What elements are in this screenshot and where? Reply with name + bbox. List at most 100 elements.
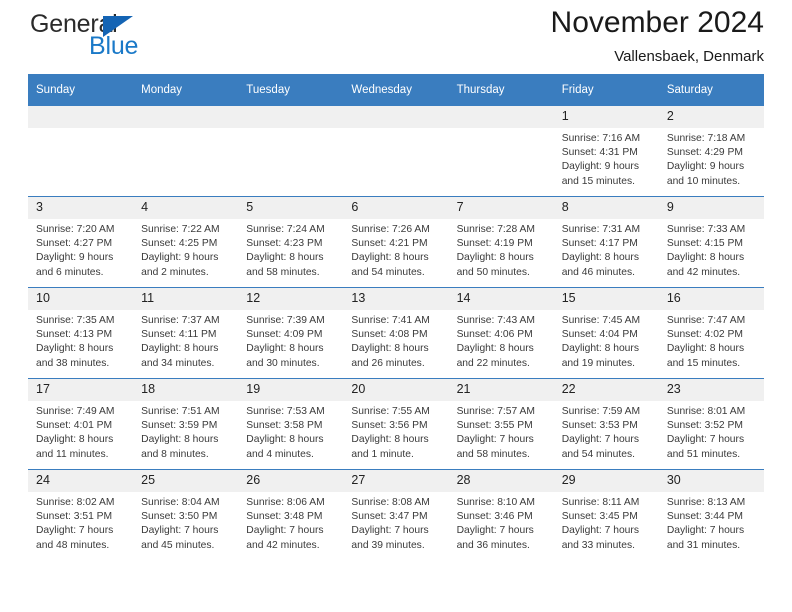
calendar-cell-empty — [28, 106, 134, 197]
calendar-day-cell[interactable]: 11 Sunrise: 7:37 AM Sunset: 4:11 PM Dayligh… — [133, 287, 239, 379]
calendar-day-cell[interactable]: 15 Sunrise: 7:45 AM Sunset: 4:04 PM Dayligh… — [553, 287, 659, 379]
calendar-day-cell[interactable]: 7 Sunrise: 7:28 AM Sunset: 4:19 PM Daylight… — [448, 196, 554, 288]
calendar-day-cell[interactable]: 24 Sunrise: 8:02 AM Sunset: 3:51 PM Dayligh… — [28, 469, 134, 560]
day-details: Sunrise: 7:51 AM Sunset: 3:59 PM Daylight:… — [133, 401, 238, 462]
detail-daylight1: Daylight: 7 hours — [36, 525, 114, 537]
day-details: Sunrise: 7:24 AM Sunset: 4:23 PM Daylight:… — [238, 219, 343, 280]
detail-sunrise: Sunrise: 8:11 AM — [561, 497, 640, 508]
day-details: Sunrise: 7:47 AM Sunset: 4:02 PM Daylight:… — [659, 310, 764, 371]
calendar-day-cell[interactable]: 5 Sunrise: 7:24 AM Sunset: 4:23 PM Daylight… — [238, 196, 344, 288]
detail-daylight2: and 38 minutes. — [36, 357, 110, 369]
day-details: Sunrise: 8:10 AM Sunset: 3:46 PM Daylight:… — [449, 492, 554, 553]
calendar-day-cell[interactable]: 19 Sunrise: 7:53 AM Sunset: 3:58 PM Dayligh… — [238, 378, 344, 470]
calendar-day-cell[interactable]: 18 Sunrise: 7:51 AM Sunset: 3:59 PM Dayligh… — [133, 378, 239, 470]
detail-sunset: Sunset: 4:27 PM — [36, 238, 113, 250]
day-number: 7 — [448, 197, 554, 219]
calendar-day-cell[interactable]: 20 Sunrise: 7:55 AM Sunset: 3:56 PM Dayligh… — [343, 378, 449, 470]
day-details: Sunrise: 7:31 AM Sunset: 4:17 PM Daylight:… — [554, 219, 659, 280]
detail-daylight1: Daylight: 7 hours — [456, 525, 534, 537]
calendar-day-cell[interactable]: 12 Sunrise: 7:39 AM Sunset: 4:09 PM Dayligh… — [238, 287, 344, 379]
detail-daylight1: Daylight: 7 hours — [666, 434, 745, 446]
day-details: Sunrise: 7:43 AM Sunset: 4:06 PM Daylight:… — [449, 310, 554, 371]
detail-sunset: Sunset: 3:51 PM — [36, 511, 113, 523]
day-details: Sunrise: 8:04 AM Sunset: 3:50 PM Daylight:… — [133, 492, 238, 553]
calendar-day-cell[interactable]: 28 Sunrise: 8:10 AM Sunset: 3:46 PM Dayligh… — [448, 469, 554, 560]
detail-daylight1: Daylight: 7 hours — [561, 525, 639, 537]
calendar-day-cell[interactable]: 13 Sunrise: 7:41 AM Sunset: 4:08 PM Dayligh… — [343, 287, 449, 379]
day-number: 3 — [28, 197, 134, 219]
calendar-day-cell[interactable]: 29 Sunrise: 8:11 AM Sunset: 3:45 PM Dayligh… — [553, 469, 659, 560]
detail-daylight2: and 19 minutes. — [561, 357, 635, 369]
detail-daylight2: and 48 minutes. — [36, 539, 110, 551]
day-number: 15 — [553, 288, 659, 310]
detail-sunset: Sunset: 4:06 PM — [456, 329, 533, 341]
calendar-day-cell[interactable]: 14 Sunrise: 7:43 AM Sunset: 4:06 PM Dayligh… — [448, 287, 554, 379]
calendar-day-cell[interactable]: 22 Sunrise: 7:59 AM Sunset: 3:53 PM Dayligh… — [553, 378, 659, 470]
detail-daylight2: and 58 minutes. — [456, 448, 530, 460]
day-details: Sunrise: 7:39 AM Sunset: 4:09 PM Daylight:… — [238, 310, 343, 371]
detail-sunset: Sunset: 4:13 PM — [36, 329, 113, 341]
calendar-day-cell[interactable]: 9 Sunrise: 7:33 AM Sunset: 4:15 PM Daylight… — [658, 196, 764, 288]
calendar-day-cell[interactable]: 23 Sunrise: 8:01 AM Sunset: 3:52 PM Dayligh… — [658, 378, 764, 470]
day-details: Sunrise: 8:02 AM Sunset: 3:51 PM Daylight:… — [28, 492, 133, 553]
detail-daylight1: Daylight: 7 hours — [456, 434, 534, 446]
detail-sunset: Sunset: 4:11 PM — [141, 329, 217, 341]
weekday-header-saturday: Saturday — [658, 74, 764, 106]
detail-sunset: Sunset: 4:17 PM — [561, 238, 638, 250]
day-number: 30 — [658, 470, 764, 492]
brand-logo[interactable]: General Blue — [28, 12, 238, 68]
detail-sunrise: Sunrise: 7:37 AM — [141, 315, 220, 326]
day-details: Sunrise: 8:01 AM Sunset: 3:52 PM Daylight:… — [659, 401, 764, 462]
detail-sunset: Sunset: 3:55 PM — [456, 420, 533, 432]
detail-sunrise: Sunrise: 7:51 AM — [141, 406, 220, 417]
detail-sunset: Sunset: 4:08 PM — [351, 329, 428, 341]
detail-sunrise: Sunrise: 7:59 AM — [561, 406, 641, 417]
calendar-day-cell[interactable]: 17 Sunrise: 7:49 AM Sunset: 4:01 PM Dayligh… — [28, 378, 134, 470]
day-number: 6 — [343, 197, 449, 219]
detail-sunrise: Sunrise: 7:22 AM — [141, 224, 220, 235]
detail-daylight1: Daylight: 8 hours — [561, 343, 639, 355]
calendar-day-cell[interactable]: 27 Sunrise: 8:08 AM Sunset: 3:47 PM Dayligh… — [343, 469, 449, 560]
detail-daylight2: and 2 minutes. — [141, 266, 209, 278]
day-number: 19 — [238, 379, 344, 401]
detail-sunrise: Sunrise: 7:45 AM — [561, 315, 641, 326]
calendar-day-cell[interactable]: 6 Sunrise: 7:26 AM Sunset: 4:21 PM Daylight… — [343, 196, 449, 288]
detail-daylight2: and 51 minutes. — [666, 448, 741, 460]
calendar-day-cell[interactable]: 10 Sunrise: 7:35 AM Sunset: 4:13 PM Dayligh… — [28, 287, 134, 379]
calendar-day-cell[interactable]: 16 Sunrise: 7:47 AM Sunset: 4:02 PM Dayligh… — [658, 287, 764, 379]
day-number: 29 — [553, 470, 659, 492]
calendar-day-cell[interactable]: 4 Sunrise: 7:22 AM Sunset: 4:25 PM Daylight… — [133, 196, 239, 288]
day-number: 4 — [133, 197, 239, 219]
day-number: 10 — [28, 288, 134, 310]
detail-sunrise: Sunrise: 7:24 AM — [246, 224, 325, 235]
detail-sunset: Sunset: 3:47 PM — [351, 511, 428, 523]
day-number: 13 — [343, 288, 449, 310]
detail-daylight2: and 31 minutes. — [666, 539, 741, 551]
day-details: Sunrise: 8:11 AM Sunset: 3:45 PM Daylight:… — [554, 492, 659, 553]
calendar-week-row: 17 Sunrise: 7:49 AM Sunset: 4:01 PM Dayligh… — [28, 378, 764, 470]
detail-daylight2: and 46 minutes. — [561, 266, 635, 278]
calendar-day-cell[interactable]: 26 Sunrise: 8:06 AM Sunset: 3:48 PM Dayligh… — [238, 469, 344, 560]
day-details: Sunrise: 7:22 AM Sunset: 4:25 PM Daylight:… — [133, 219, 238, 280]
calendar-day-cell[interactable]: 3 Sunrise: 7:20 AM Sunset: 4:27 PM Daylight… — [28, 196, 134, 288]
day-number: 16 — [658, 288, 764, 310]
detail-daylight2: and 6 minutes. — [36, 266, 104, 278]
detail-daylight2: and 8 minutes. — [141, 448, 209, 460]
detail-sunset: Sunset: 4:31 PM — [561, 147, 638, 159]
calendar-day-cell[interactable]: 2 Sunrise: 7:18 AM Sunset: 4:29 PM Daylight… — [658, 106, 764, 197]
day-details: Sunrise: 8:13 AM Sunset: 3:44 PM Daylight:… — [659, 492, 764, 553]
detail-daylight2: and 42 minutes. — [246, 539, 320, 551]
weekday-header-thursday: Thursday — [448, 74, 554, 106]
detail-sunset: Sunset: 4:29 PM — [666, 147, 743, 159]
calendar-day-cell[interactable]: 8 Sunrise: 7:31 AM Sunset: 4:17 PM Daylight… — [553, 196, 659, 288]
detail-daylight1: Daylight: 7 hours — [141, 525, 219, 537]
detail-sunrise: Sunrise: 7:33 AM — [666, 224, 746, 235]
calendar-day-cell[interactable]: 30 Sunrise: 8:13 AM Sunset: 3:44 PM Dayligh… — [658, 469, 764, 560]
calendar-day-cell[interactable]: 25 Sunrise: 8:04 AM Sunset: 3:50 PM Dayligh… — [133, 469, 239, 560]
calendar-day-cell[interactable]: 21 Sunrise: 7:57 AM Sunset: 3:55 PM Dayligh… — [448, 378, 554, 470]
calendar-cell-empty — [238, 106, 344, 197]
detail-sunset: Sunset: 3:44 PM — [666, 511, 743, 523]
calendar-day-cell[interactable]: 1 Sunrise: 7:16 AM Sunset: 4:31 PM Daylight… — [553, 106, 659, 197]
detail-daylight2: and 42 minutes. — [666, 266, 741, 278]
calendar-cell-empty — [133, 106, 239, 197]
